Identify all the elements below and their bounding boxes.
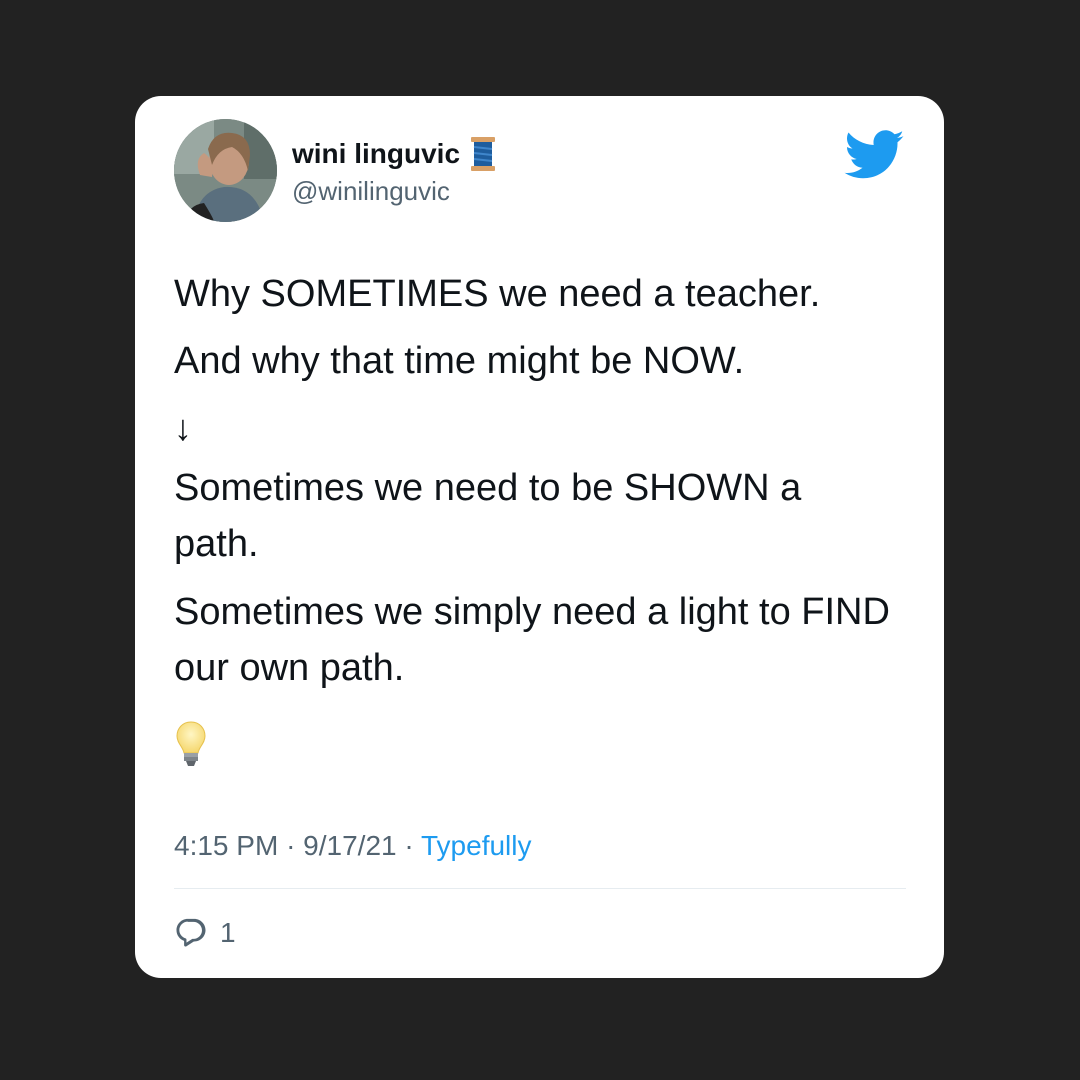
author-handle[interactable]: @winilinguvic	[292, 176, 450, 207]
tweet-line: Sometimes we need to be SHOWN a path.	[174, 467, 802, 565]
reply-count: 1	[220, 917, 236, 948]
light-bulb-icon	[176, 721, 206, 766]
spool-of-thread-icon	[471, 137, 496, 171]
tweet-line: Sometimes we simply need a light to FIND…	[174, 591, 890, 689]
source-link[interactable]: Typefully	[421, 830, 532, 861]
tweet-time[interactable]: 4:15 PM	[174, 830, 278, 861]
display-name-text: wini linguvic	[292, 138, 461, 169]
separator: ·	[286, 830, 296, 861]
author-name[interactable]: wini linguvic	[292, 136, 496, 172]
tweet-date[interactable]: 9/17/21	[303, 830, 396, 861]
reply-icon	[176, 918, 206, 947]
tweet-meta: 4:15 PM · 9/17/21 · Typefully	[174, 830, 531, 862]
separator: ·	[404, 830, 414, 861]
twitter-bird-icon[interactable]	[844, 130, 906, 180]
avatar[interactable]	[174, 119, 277, 222]
divider	[174, 888, 906, 889]
avatar-photo	[174, 119, 277, 222]
tweet-card: wini linguvic @winilinguvic Why SOMETIME…	[135, 96, 944, 978]
tweet-text: Why SOMETIMES we need a teacher. And why…	[174, 266, 894, 768]
down-arrow-line: ↓	[174, 407, 192, 448]
reply-button[interactable]: 1	[174, 916, 236, 950]
tweet-line: Why SOMETIMES we need a teacher.	[174, 273, 821, 315]
tweet-line: And why that time might be NOW.	[174, 340, 745, 382]
